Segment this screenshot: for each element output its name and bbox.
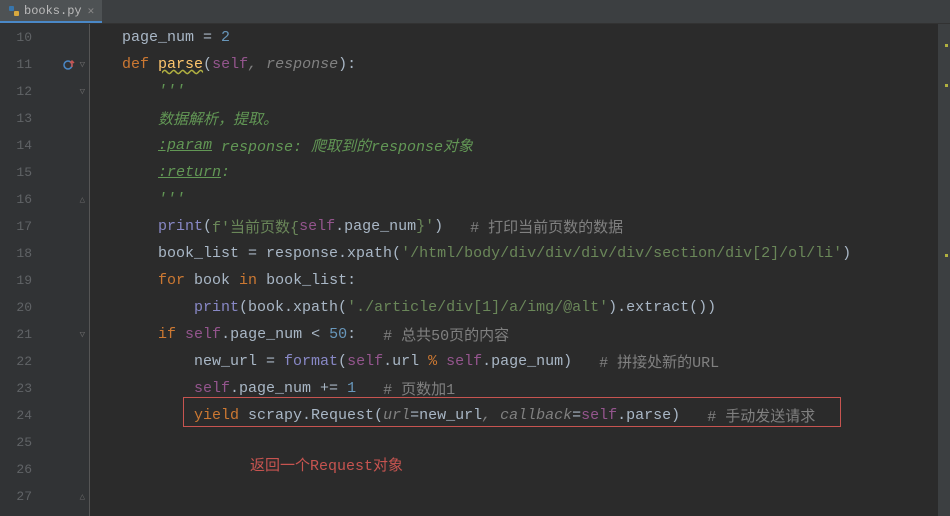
fold-end-icon[interactable]: △ [80, 492, 85, 502]
warning-marker[interactable] [945, 254, 948, 257]
string-literal: '/html/body/div/div/div/div/section/div[… [401, 245, 842, 262]
line-number: 23 [0, 381, 32, 396]
number-literal: 1 [347, 380, 356, 397]
line-number: 27 [0, 489, 32, 504]
line-number: 11 [0, 57, 32, 72]
code-line[interactable]: :param response: 爬取到的response对象 [122, 132, 950, 159]
code-line[interactable]: if self.page_num < 50: # 总共50页的内容 [122, 321, 950, 348]
code-line[interactable]: print(f'当前页数{self.page_num}') # 打印当前页数的数… [122, 213, 950, 240]
warning-marker[interactable] [945, 44, 948, 47]
line-number: 15 [0, 165, 32, 180]
code-line[interactable]: 数据解析，提取。 [122, 105, 950, 132]
code-line[interactable]: for book in book_list: [122, 267, 950, 294]
string-literal: f'当前页数{ [212, 216, 299, 237]
keyword: for [158, 272, 185, 289]
builtin-call: print [194, 299, 239, 316]
keyword: in [239, 272, 257, 289]
fold-toggle-icon[interactable]: ▽ [80, 330, 85, 340]
keyword: def [122, 56, 149, 73]
fold-end-icon[interactable]: △ [80, 195, 85, 205]
doc-tag: :return [158, 164, 221, 181]
docstring: ''' [158, 191, 185, 208]
code-line[interactable]: ''' [122, 186, 950, 213]
comment: # 拼接处新的URL [599, 351, 719, 372]
builtin-call: format [284, 353, 338, 370]
docstring: response: 爬取到的response对象 [212, 135, 473, 156]
variable: page_num [122, 29, 194, 46]
editor-tabs-bar: books.py ✕ [0, 0, 950, 24]
file-tab-books[interactable]: books.py ✕ [0, 0, 102, 23]
line-number: 25 [0, 435, 32, 450]
comment: # 手动发送请求 [707, 405, 815, 426]
line-number: 12 [0, 84, 32, 99]
line-number: 26 [0, 462, 32, 477]
code-line[interactable]: new_url = format(self.url % self.page_nu… [122, 348, 950, 375]
line-number: 16 [0, 192, 32, 207]
code-line[interactable]: print(book.xpath('./article/div[1]/a/img… [122, 294, 950, 321]
line-number: 22 [0, 354, 32, 369]
number-literal: 2 [221, 29, 230, 46]
function-name: parse [158, 56, 203, 73]
line-number: 18 [0, 246, 32, 261]
code-line[interactable] [122, 456, 950, 483]
line-number: 20 [0, 300, 32, 315]
line-number: 21 [0, 327, 32, 342]
parameter: response [266, 56, 338, 73]
comment: # 总共50页的内容 [383, 324, 509, 345]
string-literal: './article/div[1]/a/img/@alt' [347, 299, 608, 316]
line-number: 19 [0, 273, 32, 288]
code-editor[interactable]: 10 11▽ 12▽ 13 14 15 16△ 17 18 19 20 21▽ … [0, 24, 950, 516]
warning-marker[interactable] [945, 84, 948, 87]
number-literal: 50 [329, 326, 347, 343]
keyword: yield [194, 407, 239, 424]
tab-filename: books.py [24, 4, 82, 18]
code-line[interactable]: page_num = 2 [122, 24, 950, 51]
line-number: 17 [0, 219, 32, 234]
line-number: 10 [0, 30, 32, 45]
code-line[interactable] [122, 429, 950, 456]
comment: # 打印当前页数的数据 [470, 216, 623, 237]
line-number: 14 [0, 138, 32, 153]
code-line[interactable] [122, 483, 950, 510]
code-line[interactable]: self.page_num += 1 # 页数加1 [122, 375, 950, 402]
code-content[interactable]: 返回一个Request对象 page_num = 2 def parse(sel… [90, 24, 950, 516]
builtin-call: print [158, 218, 203, 235]
fold-toggle-icon[interactable]: ▽ [80, 60, 85, 70]
doc-tag: :param [158, 137, 212, 154]
code-line[interactable]: ''' [122, 78, 950, 105]
code-line[interactable]: :return: [122, 159, 950, 186]
code-line[interactable]: book_list = response.xpath('/html/body/d… [122, 240, 950, 267]
gutter: 10 11▽ 12▽ 13 14 15 16△ 17 18 19 20 21▽ … [0, 24, 90, 516]
comment: # 页数加1 [383, 378, 455, 399]
docstring: ''' [158, 83, 185, 100]
docstring: : [221, 164, 230, 181]
override-marker-icon[interactable] [63, 58, 77, 72]
keyword: if [158, 326, 176, 343]
python-file-icon [8, 5, 20, 17]
line-number: 24 [0, 408, 32, 423]
code-line[interactable]: def parse(self, response): [122, 51, 950, 78]
self-param: self [212, 56, 248, 73]
line-number: 13 [0, 111, 32, 126]
scrollbar[interactable] [938, 24, 950, 516]
fold-toggle-icon[interactable]: ▽ [80, 87, 85, 97]
close-icon[interactable]: ✕ [88, 4, 95, 18]
docstring: 数据解析，提取。 [158, 108, 278, 129]
code-line[interactable]: yield scrapy.Request(url=new_url, callba… [122, 402, 950, 429]
